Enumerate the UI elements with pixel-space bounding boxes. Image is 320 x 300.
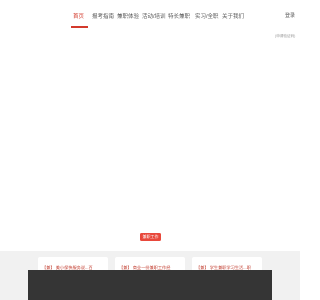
- tab-about[interactable]: 关于我们: [222, 12, 244, 20]
- tab-part-time[interactable]: 兼职体验: [117, 12, 139, 20]
- section-tag-part-time: 兼职工作: [140, 233, 161, 241]
- top-nav: 首页 报考指南 兼职体验 活动/培训 特长兼职 实习/全职 关于我们 登录: [0, 0, 300, 28]
- verification-note: (申请验证码): [275, 34, 296, 38]
- tab-internship[interactable]: 实习/全职: [195, 12, 219, 20]
- tab-special-skills[interactable]: 特长兼职: [168, 12, 190, 20]
- tab-home[interactable]: 首页: [73, 12, 84, 20]
- tab-activities[interactable]: 活动/培训: [142, 12, 166, 20]
- tab-exam-guide[interactable]: 报考指南: [92, 12, 114, 20]
- login-link[interactable]: 登录: [285, 12, 295, 19]
- active-tab-indicator: [71, 26, 88, 28]
- dark-overlay-bar: [28, 270, 272, 300]
